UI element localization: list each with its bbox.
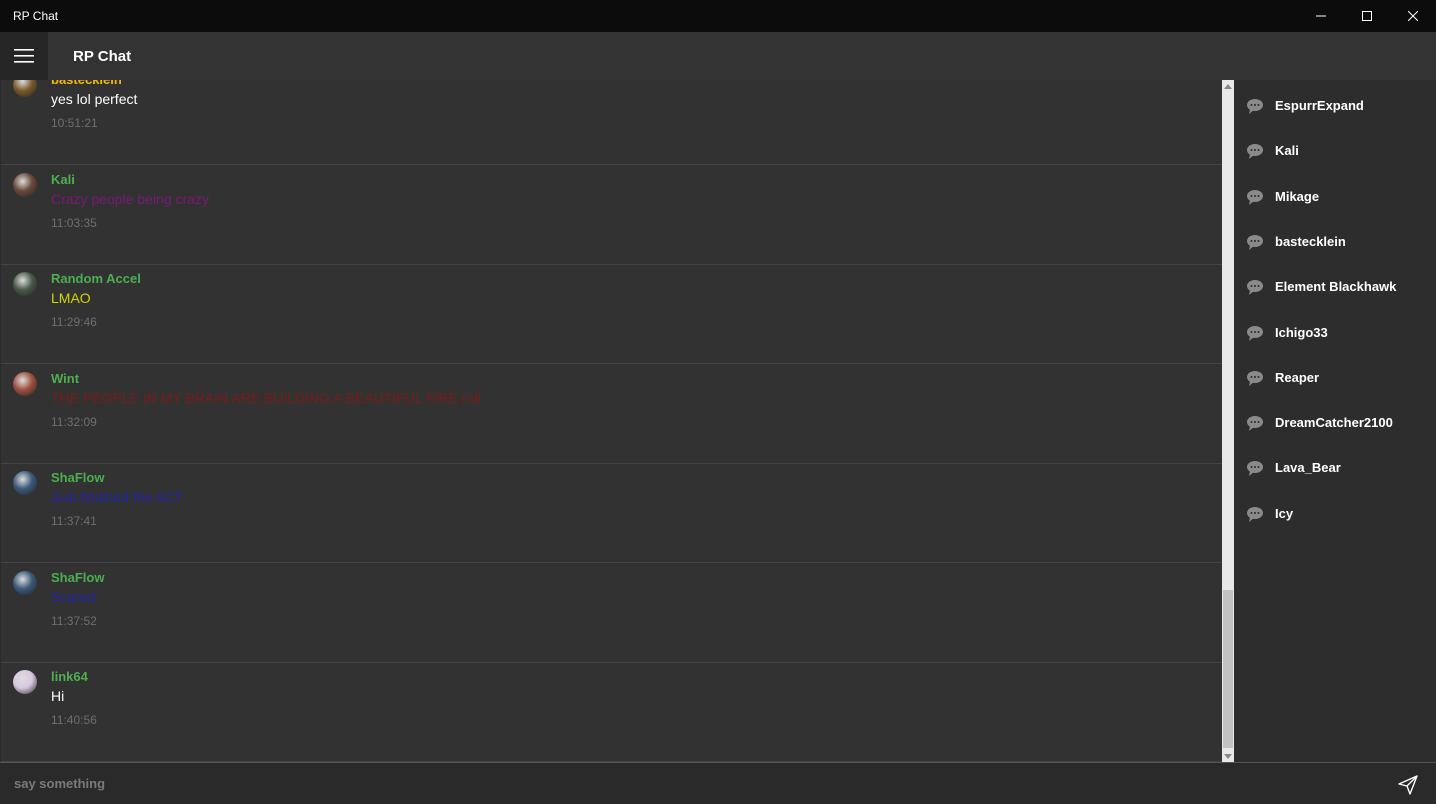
- chat-bubble-icon: [1247, 189, 1263, 205]
- window-title: RP Chat: [13, 9, 59, 23]
- minimize-button[interactable]: [1298, 0, 1344, 32]
- scroll-down-arrow-icon: [1224, 753, 1232, 759]
- user-name: Reaper: [1275, 369, 1320, 385]
- user-list-item[interactable]: EspurrExpand: [1234, 82, 1436, 127]
- page-title: RP Chat: [73, 48, 132, 65]
- avatar[interactable]: [13, 80, 37, 97]
- maximize-button[interactable]: [1344, 0, 1390, 32]
- message-timestamp: 11:37:52: [51, 613, 97, 628]
- chat-bubble-icon: [1247, 99, 1263, 114]
- user-name: Kali: [1275, 143, 1299, 159]
- message-composer: [0, 762, 1436, 804]
- avatar[interactable]: [13, 471, 37, 495]
- scroll-down-button[interactable]: [1222, 750, 1234, 762]
- message-username[interactable]: ShaFlow: [51, 570, 104, 585]
- message-username[interactable]: ShaFlow: [51, 470, 104, 485]
- chat-bubble-icon: [1247, 325, 1263, 341]
- chat-message: link64 Hi 11:40:56: [1, 663, 1222, 762]
- chat-bubble-icon: [1247, 370, 1263, 386]
- user-name: Element Blackhawk: [1275, 279, 1397, 295]
- chat-message: bastecklein yes lol perfect 10:51:21: [1, 80, 1222, 165]
- avatar[interactable]: [13, 272, 37, 296]
- message-username[interactable]: link64: [51, 669, 88, 684]
- user-list-item[interactable]: DreamCatcher2100: [1234, 399, 1436, 444]
- user-name: bastecklein: [1275, 233, 1346, 249]
- scroll-up-arrow-icon: [1224, 83, 1232, 89]
- user-list-item[interactable]: Element Blackhawk: [1234, 263, 1436, 308]
- avatar[interactable]: [13, 670, 37, 694]
- message-timestamp: 10:51:21: [51, 116, 98, 130]
- avatar[interactable]: [13, 172, 37, 197]
- scroll-thumb[interactable]: [1223, 590, 1233, 748]
- close-icon: [1408, 11, 1418, 21]
- message-timestamp: 11:03:35: [51, 215, 97, 230]
- message-timestamp: 11:37:41: [51, 514, 97, 528]
- menu-button[interactable]: [0, 32, 48, 80]
- chat-bubble-icon: [1247, 234, 1263, 250]
- user-name: EspurrExpand: [1275, 98, 1364, 113]
- message-username[interactable]: Random Accel: [51, 271, 141, 286]
- minimize-icon: [1316, 15, 1326, 17]
- message-username[interactable]: Kali: [51, 172, 75, 187]
- user-name: Lava_Bear: [1275, 460, 1341, 476]
- chat-bubble-icon: [1247, 280, 1263, 296]
- send-button[interactable]: [1390, 767, 1426, 803]
- app-header: RP Chat: [0, 32, 1436, 80]
- chat-message: Random Accel LMAO 11:29:46: [1, 265, 1222, 364]
- message-text: Crazy people being crazy: [51, 190, 209, 207]
- user-list: EspurrExpand Kali Mikage bastecklein Ele…: [1234, 80, 1436, 762]
- avatar[interactable]: [13, 570, 37, 595]
- message-timestamp: 11:40:56: [51, 713, 97, 727]
- message-input[interactable]: [1, 763, 1381, 803]
- user-list-item[interactable]: Icy: [1234, 490, 1436, 535]
- chat-message: ShaFlow Just finished the ACT 11:37:41: [1, 464, 1222, 563]
- user-list-item[interactable]: Ichigo33: [1234, 309, 1436, 354]
- chat-bubble-icon: [1247, 506, 1263, 522]
- user-list-item[interactable]: Lava_Bear: [1234, 444, 1436, 489]
- message-text: Just finished the ACT: [51, 489, 184, 505]
- message-text: THE PEOPLE IN MY BRAIN ARE BUILDING A BE…: [51, 389, 482, 406]
- message-list[interactable]: bastecklein yes lol perfect 10:51:21 Kal…: [1, 80, 1222, 762]
- message-text: Hi: [51, 688, 65, 704]
- message-username[interactable]: Wint: [51, 371, 79, 386]
- hamburger-menu-icon: [14, 49, 34, 63]
- chat-bubble-icon: [1247, 461, 1263, 477]
- message-scrollbar[interactable]: [1222, 80, 1234, 762]
- chat-message: Wint THE PEOPLE IN MY BRAIN ARE BUILDING…: [1, 365, 1222, 464]
- user-name: Mikage: [1275, 188, 1320, 204]
- message-timestamp: 11:29:46: [51, 315, 97, 329]
- user-name: Icy: [1275, 505, 1294, 521]
- user-name: Ichigo33: [1275, 324, 1328, 340]
- user-name: DreamCatcher2100: [1275, 415, 1393, 431]
- message-text: Scared: [51, 588, 96, 605]
- scroll-up-button[interactable]: [1222, 80, 1234, 92]
- message-text: LMAO: [51, 290, 91, 306]
- send-icon: [1398, 775, 1418, 795]
- user-list-item[interactable]: Reaper: [1234, 354, 1436, 399]
- message-text: yes lol perfect: [51, 91, 138, 107]
- user-list-item[interactable]: bastecklein: [1234, 218, 1436, 263]
- maximize-icon: [1362, 11, 1372, 21]
- close-button[interactable]: [1390, 0, 1436, 32]
- chat-message: Kali Crazy people being crazy 11:03:35: [1, 166, 1222, 265]
- chat-bubble-icon: [1247, 144, 1263, 160]
- message-username[interactable]: bastecklein: [51, 80, 122, 87]
- chat-bubble-icon: [1247, 416, 1263, 432]
- message-timestamp: 11:32:09: [51, 414, 97, 429]
- window-titlebar: RP Chat: [0, 0, 1436, 32]
- user-list-item[interactable]: Mikage: [1234, 173, 1436, 218]
- chat-message: ShaFlow Scared 11:37:52: [1, 564, 1222, 663]
- user-list-item[interactable]: Kali: [1234, 127, 1436, 172]
- avatar[interactable]: [13, 371, 37, 396]
